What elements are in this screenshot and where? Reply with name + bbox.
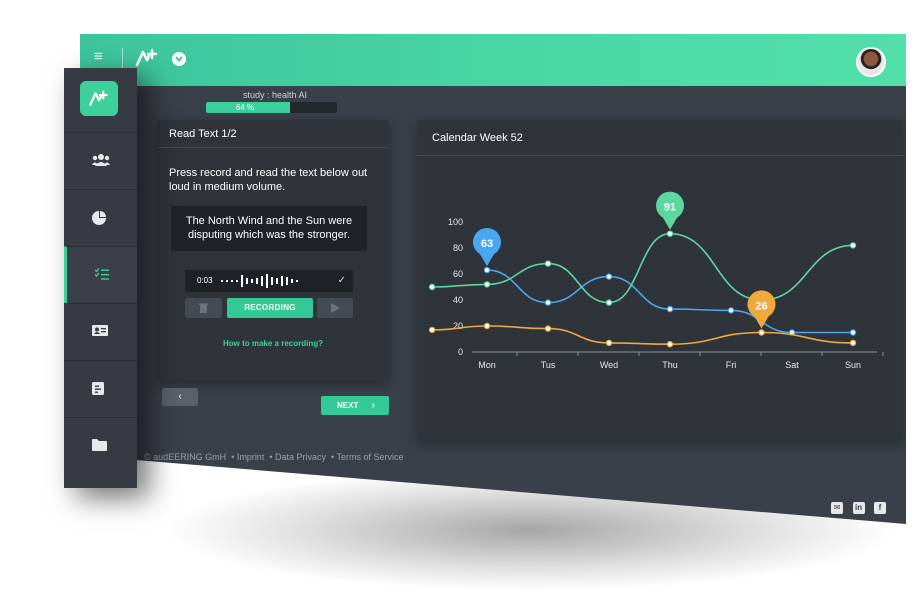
sidebar-logo-icon[interactable] [80, 81, 118, 116]
users-icon [92, 154, 110, 166]
stage: ≡ study : health AI 64 % Read Text 1/2 P… [0, 0, 915, 609]
read-text-card: Read Text 1/2 Press record and read the … [157, 120, 389, 380]
recording-bar: 0:03 ✓ [185, 270, 353, 292]
waveform-icon [221, 274, 298, 288]
data-point [605, 273, 613, 280]
data-point [428, 326, 436, 334]
data-point [483, 322, 491, 330]
x-tick-label: Thu [662, 360, 678, 370]
y-tick-label: 60 [453, 269, 463, 279]
line-chart: 0 20 40 60 80 100 Mon Tus Wed Thu Fri Sat Sun 63 91 26 [428, 191, 884, 370]
data-point [544, 260, 552, 267]
x-tick-label: Mon [478, 360, 496, 370]
chevron-right-icon: › [371, 400, 375, 411]
sidebar-item-forms[interactable] [64, 360, 137, 417]
chart-title: Calendar Week 52 [417, 120, 903, 156]
y-tick-label: 80 [453, 243, 463, 253]
top-bar: ≡ [80, 34, 906, 86]
y-tick-label: 20 [453, 321, 463, 331]
data-point [428, 283, 436, 291]
help-link[interactable]: How to make a recording? [157, 339, 389, 348]
sidebar-item-files[interactable] [64, 417, 137, 474]
sidebar-item-stats[interactable] [64, 189, 137, 246]
imprint-link[interactable]: Imprint [237, 452, 265, 462]
app-window: ≡ study : health AI 64 % Read Text 1/2 P… [80, 34, 906, 524]
data-point [483, 266, 491, 274]
data-point [758, 329, 765, 336]
callout-label: 91 [664, 202, 676, 214]
progress-text: 64 % [235, 103, 255, 112]
copyright: © audEERING GmH [144, 452, 227, 462]
sidebar-item-users[interactable] [64, 132, 137, 189]
x-tick-label: Sun [845, 360, 861, 370]
record-button[interactable]: RECORDING [227, 298, 313, 318]
x-tick-label: Fri [726, 360, 737, 370]
data-point [666, 340, 674, 348]
social-links: ✉ in f [826, 497, 886, 515]
recording-time: 0:03 [197, 276, 213, 285]
x-tick-label: Tus [541, 360, 556, 370]
y-tick-label: 40 [453, 295, 463, 305]
x-tick-label: Wed [600, 360, 618, 370]
chevron-down-icon[interactable] [172, 52, 186, 66]
data-point [727, 307, 735, 314]
divider [122, 48, 123, 70]
data-point [605, 339, 613, 347]
data-point [483, 281, 491, 288]
card-title: Read Text 1/2 [157, 120, 389, 148]
study-label: study : health AI [242, 90, 308, 100]
id-card-icon [92, 325, 108, 336]
mail-icon[interactable]: ✉ [831, 502, 844, 514]
checklist-icon [95, 268, 109, 280]
instruction-text: Press record and read the text below out… [169, 167, 368, 193]
form-icon [92, 382, 104, 395]
check-icon: ✓ [337, 275, 346, 286]
data-point [605, 299, 613, 306]
y-tick-label: 0 [458, 347, 463, 357]
folder-icon [92, 439, 107, 451]
play-button[interactable] [317, 298, 353, 318]
data-point [666, 230, 674, 237]
series-line [486, 269, 853, 334]
y-tick-label: 100 [448, 217, 463, 227]
privacy-link[interactable]: Data Privacy [275, 452, 326, 462]
footer: © audEERING GmH • Imprint • Data Privacy • … [144, 452, 404, 462]
data-point [849, 329, 857, 336]
terms-link[interactable]: Terms of Service [337, 452, 404, 462]
data-point [544, 299, 552, 306]
passage-text: The North Wind and the Sun were disputin… [171, 206, 367, 251]
next-button[interactable]: NEXT › [321, 396, 389, 415]
user-avatar[interactable] [856, 47, 886, 77]
next-label: NEXT [337, 401, 359, 410]
sidebar [64, 68, 137, 488]
data-point [849, 242, 857, 249]
play-icon [331, 303, 340, 313]
pie-chart-icon [92, 211, 106, 225]
linkedin-icon[interactable]: in [852, 502, 865, 514]
data-point [544, 325, 552, 332]
back-button[interactable]: ‹ [162, 388, 198, 406]
data-point [849, 339, 857, 347]
callout-label: 63 [481, 238, 493, 250]
calendar-card: Calendar Week 52 0 20 40 60 80 100 Mon Tus Wed Th… [417, 120, 903, 440]
delete-button[interactable] [185, 298, 222, 318]
trash-icon [199, 303, 208, 313]
facebook-icon[interactable]: f [874, 502, 886, 514]
sidebar-item-tasks[interactable] [64, 246, 137, 303]
series-line [432, 325, 854, 346]
data-point [666, 305, 674, 313]
hamburger-icon[interactable]: ≡ [94, 49, 108, 64]
sidebar-item-profile[interactable] [64, 303, 137, 360]
x-tick-label: Sat [785, 360, 799, 370]
callout-label: 26 [755, 301, 767, 313]
app-logo-icon[interactable] [135, 47, 159, 69]
study-progress-bar: 64 % [206, 102, 337, 113]
chevron-left-icon: ‹ [178, 391, 182, 402]
